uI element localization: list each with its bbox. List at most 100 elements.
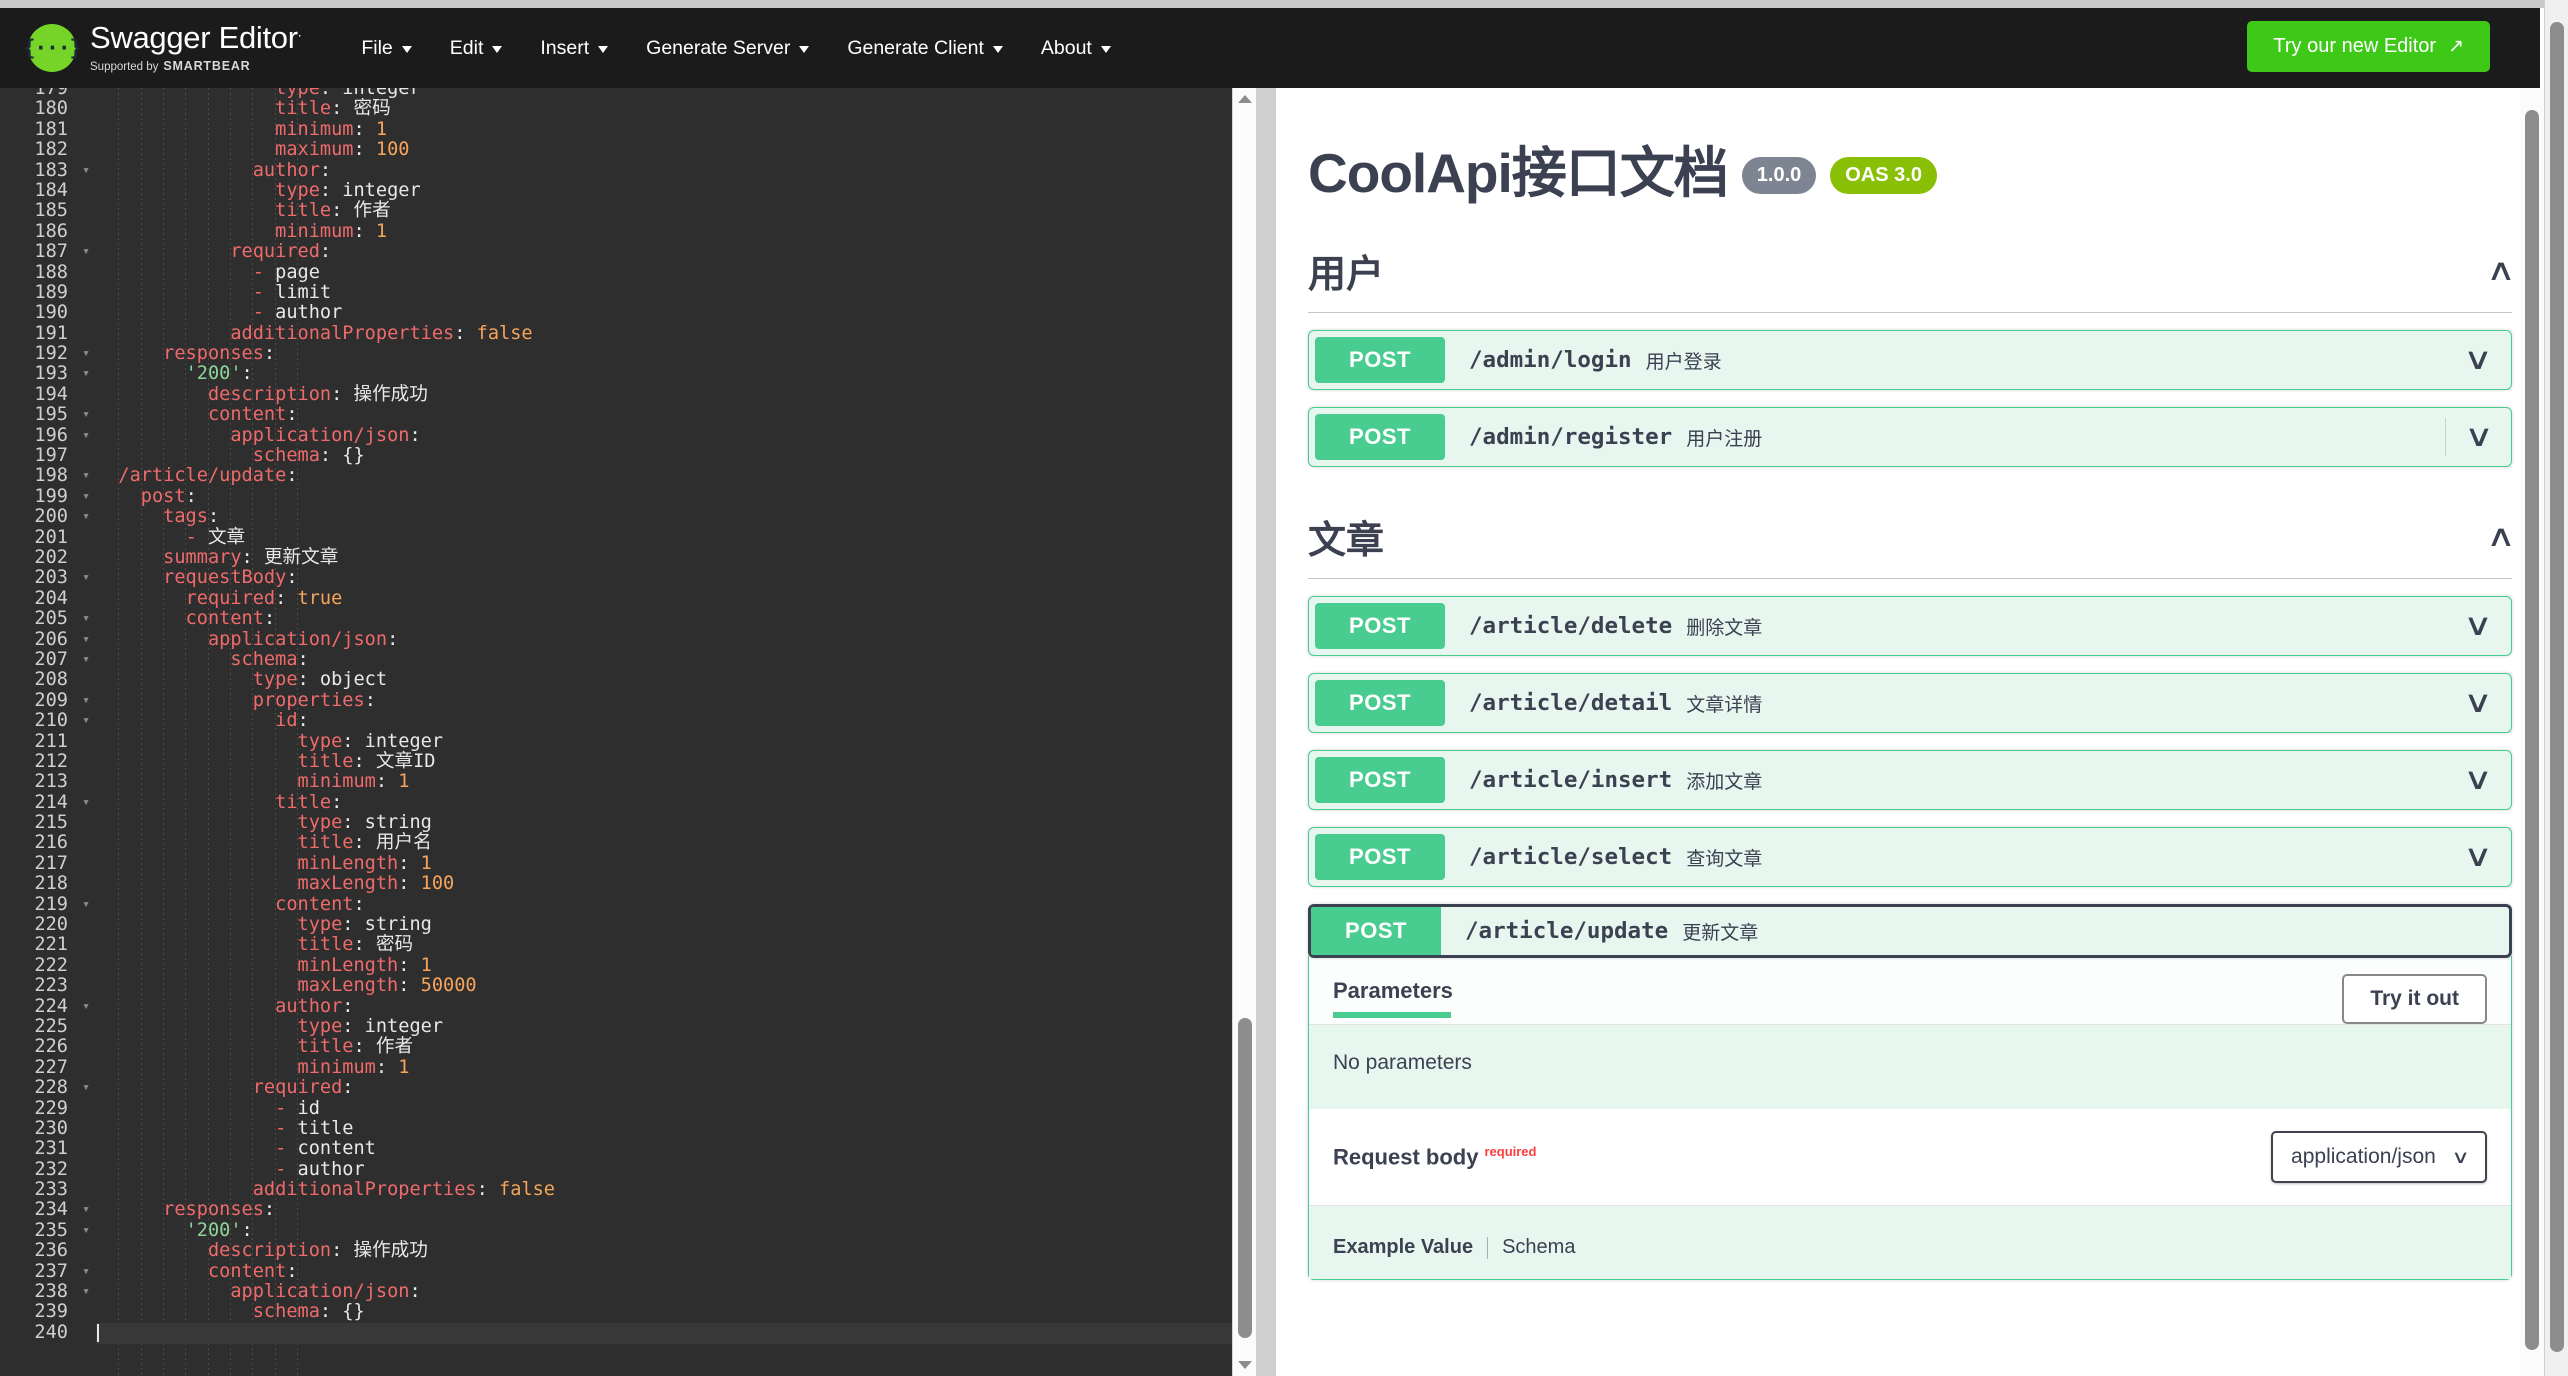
- code-line[interactable]: 236 description: 操作成功: [0, 1240, 1232, 1261]
- code-line[interactable]: 235 ▾ '200':: [0, 1220, 1232, 1241]
- pane-splitter[interactable]: [1256, 88, 1276, 1376]
- code-line[interactable]: 231 - content: [0, 1138, 1232, 1159]
- code-line[interactable]: 227 minimum: 1: [0, 1057, 1232, 1078]
- code-line[interactable]: 183 ▾ author:: [0, 160, 1232, 181]
- code-line[interactable]: 195 ▾ content:: [0, 404, 1232, 425]
- code-line[interactable]: 196 ▾ application/json:: [0, 425, 1232, 446]
- code-line[interactable]: 187 ▾ required:: [0, 241, 1232, 262]
- operation-header[interactable]: POST /admin/login 用户登录 ∨: [1308, 330, 2512, 390]
- fold-arrow-icon[interactable]: ▾: [76, 1200, 96, 1220]
- menu-generate-client[interactable]: Generate Client: [829, 27, 1021, 70]
- fold-arrow-icon[interactable]: ▾: [76, 364, 96, 384]
- code-line[interactable]: 180 title: 密码: [0, 98, 1232, 119]
- code-line[interactable]: 186 minimum: 1: [0, 221, 1232, 242]
- code-line[interactable]: 223 maxLength: 50000: [0, 975, 1232, 996]
- code-line[interactable]: 217 minLength: 1: [0, 853, 1232, 874]
- code-line[interactable]: 198 ▾ /article/update:: [0, 466, 1232, 487]
- code-line[interactable]: 216 title: 用户名: [0, 833, 1232, 854]
- code-line[interactable]: 210 ▾ id:: [0, 710, 1232, 731]
- brand[interactable]: {···} Swagger Editor. Supported by SMART…: [23, 22, 302, 74]
- fold-arrow-icon[interactable]: ▾: [76, 895, 96, 915]
- fold-arrow-icon[interactable]: ▾: [76, 161, 96, 181]
- code-line[interactable]: 182 maximum: 100: [0, 139, 1232, 160]
- expand-toggle[interactable]: ∨: [2445, 418, 2511, 456]
- operation-header[interactable]: POST /article/select 查询文章 ∨: [1308, 827, 2512, 887]
- scroll-down-arrow-icon[interactable]: [1233, 1356, 1256, 1374]
- expand-toggle[interactable]: ∨: [2445, 597, 2511, 655]
- fold-arrow-icon[interactable]: ▾: [76, 650, 96, 670]
- tag-header-user[interactable]: 用户 ∧: [1308, 243, 2516, 313]
- fold-arrow-icon[interactable]: ▾: [76, 426, 96, 446]
- code-line[interactable]: 207 ▾ schema:: [0, 649, 1232, 670]
- code-line[interactable]: 192 ▾ responses:: [0, 343, 1232, 364]
- code-line[interactable]: 218 maxLength: 100: [0, 873, 1232, 894]
- expand-toggle[interactable]: ∨: [2445, 331, 2511, 389]
- code-line[interactable]: 213 minimum: 1: [0, 771, 1232, 792]
- menu-insert[interactable]: Insert: [522, 27, 626, 70]
- code-line[interactable]: 199 ▾ post:: [0, 486, 1232, 507]
- code-line[interactable]: 205 ▾ content:: [0, 608, 1232, 629]
- tab-parameters[interactable]: Parameters: [1333, 978, 1453, 1018]
- code-line[interactable]: 226 title: 作者: [0, 1036, 1232, 1057]
- code-line[interactable]: 240: [0, 1322, 1232, 1343]
- code-line[interactable]: 209 ▾ properties:: [0, 690, 1232, 711]
- code-line[interactable]: 234 ▾ responses:: [0, 1200, 1232, 1221]
- fold-arrow-icon[interactable]: ▾: [76, 568, 96, 588]
- menu-about[interactable]: About: [1023, 27, 1129, 70]
- tab-example-value[interactable]: Example Value: [1333, 1236, 1487, 1259]
- fold-arrow-icon[interactable]: ▾: [76, 711, 96, 731]
- fold-arrow-icon[interactable]: ▾: [76, 1282, 96, 1302]
- try-it-out-button[interactable]: Try it out: [2342, 974, 2487, 1024]
- fold-arrow-icon[interactable]: ▾: [76, 691, 96, 711]
- code-line[interactable]: 228 ▾ required:: [0, 1077, 1232, 1098]
- fold-arrow-icon[interactable]: ▾: [76, 1221, 96, 1241]
- code-line[interactable]: 193 ▾ '200':: [0, 364, 1232, 385]
- code-line[interactable]: 220 type: string: [0, 914, 1232, 935]
- docs-scrollbar-thumb[interactable]: [2525, 110, 2539, 1350]
- code-line[interactable]: 237 ▾ content:: [0, 1261, 1232, 1282]
- fold-arrow-icon[interactable]: ▾: [76, 630, 96, 650]
- operation-header[interactable]: POST /article/delete 删除文章 ∨: [1308, 596, 2512, 656]
- code-line[interactable]: 206 ▾ application/json:: [0, 629, 1232, 650]
- tab-schema[interactable]: Schema: [1502, 1236, 1589, 1259]
- menu-generate-server[interactable]: Generate Server: [628, 27, 827, 70]
- code-line[interactable]: 215 type: string: [0, 812, 1232, 833]
- fold-arrow-icon[interactable]: ▾: [76, 997, 96, 1017]
- code-line[interactable]: 222 minLength: 1: [0, 955, 1232, 976]
- chevron-up-icon[interactable]: ∧: [2486, 255, 2516, 286]
- operation-header[interactable]: POST /article/detail 文章详情 ∨: [1308, 673, 2512, 733]
- code-line[interactable]: 208 type: object: [0, 669, 1232, 690]
- code-line[interactable]: 233 additionalProperties: false: [0, 1179, 1232, 1200]
- code-line[interactable]: 229 - id: [0, 1098, 1232, 1119]
- code-line[interactable]: 211 type: integer: [0, 731, 1232, 752]
- code-line[interactable]: 232 - author: [0, 1159, 1232, 1180]
- code-line[interactable]: 188 - page: [0, 262, 1232, 283]
- code-line[interactable]: 189 - limit: [0, 282, 1232, 303]
- fold-arrow-icon[interactable]: ▾: [76, 487, 96, 507]
- fold-arrow-icon[interactable]: ▾: [76, 793, 96, 813]
- menu-file[interactable]: File: [343, 27, 429, 70]
- expand-toggle[interactable]: ∨: [2445, 674, 2511, 732]
- fold-arrow-icon[interactable]: ▾: [76, 242, 96, 262]
- code-line[interactable]: 194 description: 操作成功: [0, 384, 1232, 405]
- code-line[interactable]: 201 - 文章: [0, 527, 1232, 548]
- code-line[interactable]: 191 additionalProperties: false: [0, 323, 1232, 344]
- fold-arrow-icon[interactable]: ▾: [76, 1078, 96, 1098]
- code-line[interactable]: 212 title: 文章ID: [0, 751, 1232, 772]
- code-line[interactable]: 200 ▾ tags:: [0, 506, 1232, 527]
- fold-arrow-icon[interactable]: ▾: [76, 1262, 96, 1282]
- code-line[interactable]: 204 required: true: [0, 588, 1232, 609]
- docs-vertical-scrollbar[interactable]: [2520, 88, 2544, 1376]
- fold-arrow-icon[interactable]: ▾: [76, 344, 96, 364]
- expand-toggle[interactable]: ∨: [2445, 828, 2511, 886]
- fold-arrow-icon[interactable]: ▾: [76, 466, 96, 486]
- page-scrollbar-thumb[interactable]: [2550, 22, 2564, 1352]
- fold-arrow-icon[interactable]: ▾: [76, 405, 96, 425]
- menu-edit[interactable]: Edit: [432, 27, 521, 70]
- operation-header[interactable]: POST /admin/register 用户注册 ∨: [1308, 407, 2512, 467]
- yaml-editor-pane[interactable]: 179 type: integer 180 title: 密码 181 minimu…: [0, 88, 1256, 1376]
- code-line[interactable]: 184 type: integer: [0, 180, 1232, 201]
- scroll-up-arrow-icon[interactable]: [1233, 90, 1256, 108]
- code-line[interactable]: 224 ▾ author:: [0, 996, 1232, 1017]
- page-vertical-scrollbar[interactable]: [2544, 0, 2568, 1376]
